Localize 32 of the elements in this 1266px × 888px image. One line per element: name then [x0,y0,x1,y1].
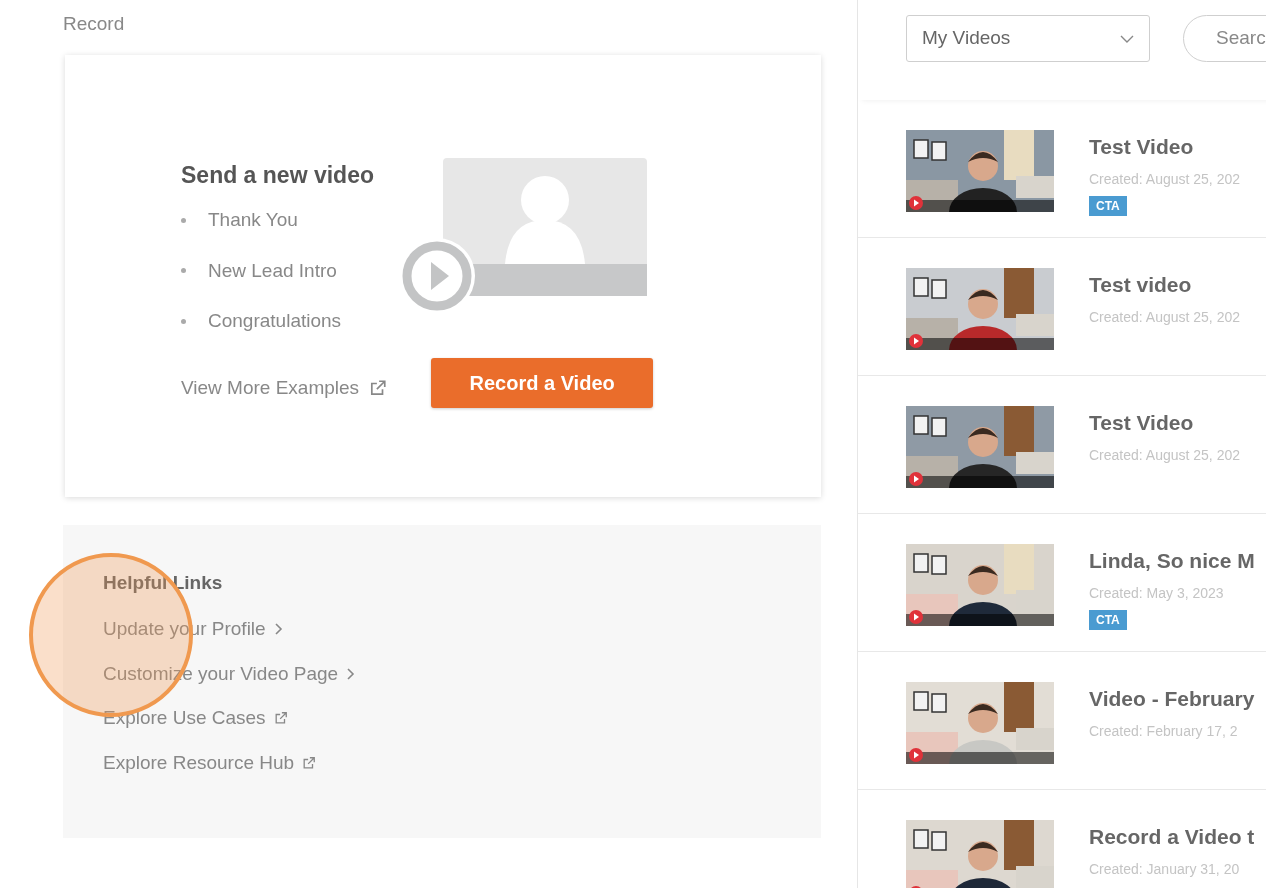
example-item: Thank You [208,208,298,232]
external-link-icon [302,755,317,770]
video-title[interactable]: Video - February [1089,683,1255,715]
record-video-button[interactable]: Record a Video [431,357,654,408]
created-date: Created: August 25, 202 [1089,307,1240,327]
external-link-icon [273,711,288,726]
chevron-right-icon [346,666,356,681]
card-title: Send a new video [181,160,374,190]
external-link-icon [369,378,388,397]
helpful-link[interactable]: Explore Resource Hub [103,748,317,777]
section-label: Record [63,12,125,36]
cta-badge: CTA [1089,195,1127,216]
example-item: Congratulations [208,309,342,333]
video-title[interactable]: Test video [1089,269,1192,301]
video-title[interactable]: Record a Video t [1089,821,1255,853]
bullet-icon [181,318,186,324]
view-examples-link[interactable]: View More Examples [181,373,388,402]
chevron-right-icon [273,622,283,637]
created-date: Created: August 25, 202 [1089,445,1240,465]
created-date: Created: February 17, 2 [1089,721,1238,741]
video-filter-dropdown[interactable]: My Videos [906,15,1150,62]
bullet-icon [181,268,186,274]
video-title[interactable]: Test Video [1089,407,1194,439]
created-date: Created: May 3, 2023 [1089,583,1224,603]
example-item: New Lead Intro [208,258,337,283]
bullet-icon [181,217,186,223]
video-title[interactable]: Linda, So nice M [1089,545,1255,577]
created-date: Created: August 25, 202 [1089,169,1240,189]
video-title[interactable]: Test Video [1089,131,1194,163]
chevron-down-icon [1120,34,1134,43]
cta-badge: CTA [1089,609,1127,630]
created-date: Created: January 31, 20 [1089,859,1240,879]
